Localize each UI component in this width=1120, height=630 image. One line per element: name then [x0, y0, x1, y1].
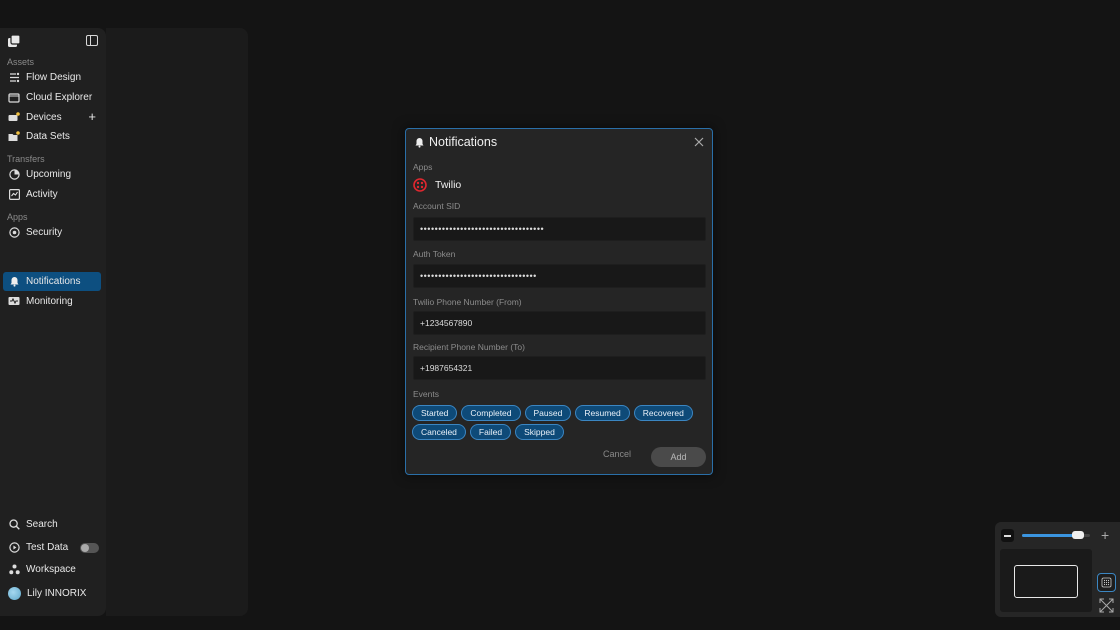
devices-icon [8, 112, 20, 124]
event-chip-canceled[interactable]: Canceled [412, 424, 466, 440]
sidebar-item-upcoming[interactable]: Upcoming [3, 165, 101, 184]
events-label: Events [413, 389, 439, 399]
shield-icon [8, 227, 20, 239]
play-icon [8, 542, 20, 554]
to-number-label: Recipient Phone Number (To) [413, 342, 525, 352]
from-number-label: Twilio Phone Number (From) [413, 297, 522, 307]
account-sid-label: Account SID [413, 201, 461, 211]
event-chip-completed[interactable]: Completed [461, 405, 521, 421]
add-device-button[interactable]: + [88, 110, 96, 124]
app-name: Twilio [435, 179, 462, 191]
test-data-toggle[interactable] [80, 543, 99, 553]
dialog-title: Notifications [429, 135, 498, 149]
zoom-slider-thumb[interactable] [1072, 531, 1085, 539]
sidebar-item-label: Data Sets [26, 131, 70, 142]
avatar [8, 587, 21, 600]
events-row-1: Started Completed Paused Resumed Recover… [412, 405, 708, 421]
zoom-out-button[interactable] [1001, 529, 1014, 542]
zoom-slider[interactable] [1022, 531, 1090, 539]
search-icon [8, 519, 20, 531]
sidebar-item-workspace[interactable]: Workspace [3, 560, 101, 579]
events-row-2: Canceled Failed Skipped [412, 424, 708, 440]
sidebar-item-label: Activity [26, 189, 58, 200]
sidebar-collapse-button[interactable] [86, 35, 98, 46]
sidebar-item-cloud-explorer[interactable]: Cloud Explorer [3, 88, 101, 107]
clock-icon [8, 169, 20, 181]
sidebar-item-label: Monitoring [26, 296, 73, 307]
section-label-apps: Apps [7, 212, 28, 222]
sidebar-item-user[interactable]: Lily INNORIX [3, 584, 101, 603]
sidebar-item-label: Search [26, 519, 58, 530]
twilio-app: Twilio [413, 178, 461, 192]
sidebar-item-label: Flow Design [26, 72, 82, 83]
notifications-dialog: Notifications Apps Twilio Account SID ••… [405, 128, 713, 475]
bell-icon [8, 276, 20, 288]
sidebar-item-label: Devices [26, 112, 62, 123]
sidebar-item-label: Cloud Explorer [26, 92, 93, 103]
sidebar-item-test-data[interactable]: Test Data [3, 538, 101, 557]
flow-icon [8, 72, 20, 84]
activity-icon [8, 189, 20, 201]
to-number-field[interactable]: +1987654321 [413, 356, 706, 380]
sidebar-item-notifications[interactable]: Notifications [3, 272, 101, 291]
fit-view-icon[interactable] [1098, 597, 1115, 614]
workspace-icon [8, 564, 20, 576]
add-button[interactable]: Add [651, 447, 706, 467]
grid-icon [1101, 577, 1112, 588]
app-logo-icon [8, 35, 20, 47]
zoom-in-button[interactable]: + [1101, 527, 1109, 543]
from-number-field[interactable]: +1234567890 [413, 311, 706, 335]
auth-token-label: Auth Token [413, 249, 456, 259]
sidebar-item-search[interactable]: Search [3, 515, 101, 534]
event-chip-started[interactable]: Started [412, 405, 458, 421]
sidebar-item-label: Security [26, 227, 63, 238]
sidebar-item-flow-design[interactable]: Flow Design [3, 68, 101, 87]
twilio-logo-icon [413, 178, 427, 192]
sidebar-item-monitoring[interactable]: Monitoring [3, 292, 101, 311]
folder-icon [8, 131, 20, 143]
sidebar-item-label: Notifications [26, 276, 81, 287]
monitor-icon [8, 296, 20, 308]
zoom-slider-fill [1022, 534, 1079, 537]
section-label-transfers: Transfers [7, 154, 45, 164]
event-chip-paused[interactable]: Paused [524, 405, 572, 421]
apps-label: Apps [413, 162, 433, 172]
sidebar-item-label: Test Data [26, 542, 69, 553]
event-chip-skipped[interactable]: Skipped [515, 424, 564, 440]
secondary-panel [106, 28, 248, 616]
sidebar: Assets Flow Design Cloud Explorer Device… [0, 28, 106, 616]
auth-token-field[interactable]: •••••••••••••••••••••••••••••••• [413, 264, 706, 288]
bell-icon [415, 138, 424, 148]
event-chip-failed[interactable]: Failed [469, 424, 512, 440]
cloud-icon [8, 92, 20, 104]
minimap-viewport[interactable] [1014, 565, 1078, 598]
event-chip-resumed[interactable]: Resumed [575, 405, 630, 421]
sidebar-item-security[interactable]: Security [3, 223, 101, 242]
sidebar-item-label: Workspace [26, 564, 76, 575]
sidebar-item-label: Upcoming [26, 169, 72, 180]
sidebar-item-activity[interactable]: Activity [3, 185, 101, 204]
zoom-panel: + [995, 522, 1120, 617]
grid-toggle-button[interactable] [1097, 573, 1116, 592]
section-label-assets: Assets [7, 57, 35, 67]
user-name: Lily INNORIX [27, 588, 87, 599]
minimap[interactable] [1000, 549, 1092, 612]
account-sid-field[interactable]: •••••••••••••••••••••••••••••••••• [413, 217, 706, 241]
sidebar-item-data-sets[interactable]: Data Sets [3, 127, 101, 146]
close-icon[interactable] [693, 136, 705, 148]
sidebar-item-devices[interactable]: Devices + [3, 108, 101, 127]
event-chip-recovered[interactable]: Recovered [633, 405, 693, 421]
cancel-button[interactable]: Cancel [603, 449, 631, 459]
